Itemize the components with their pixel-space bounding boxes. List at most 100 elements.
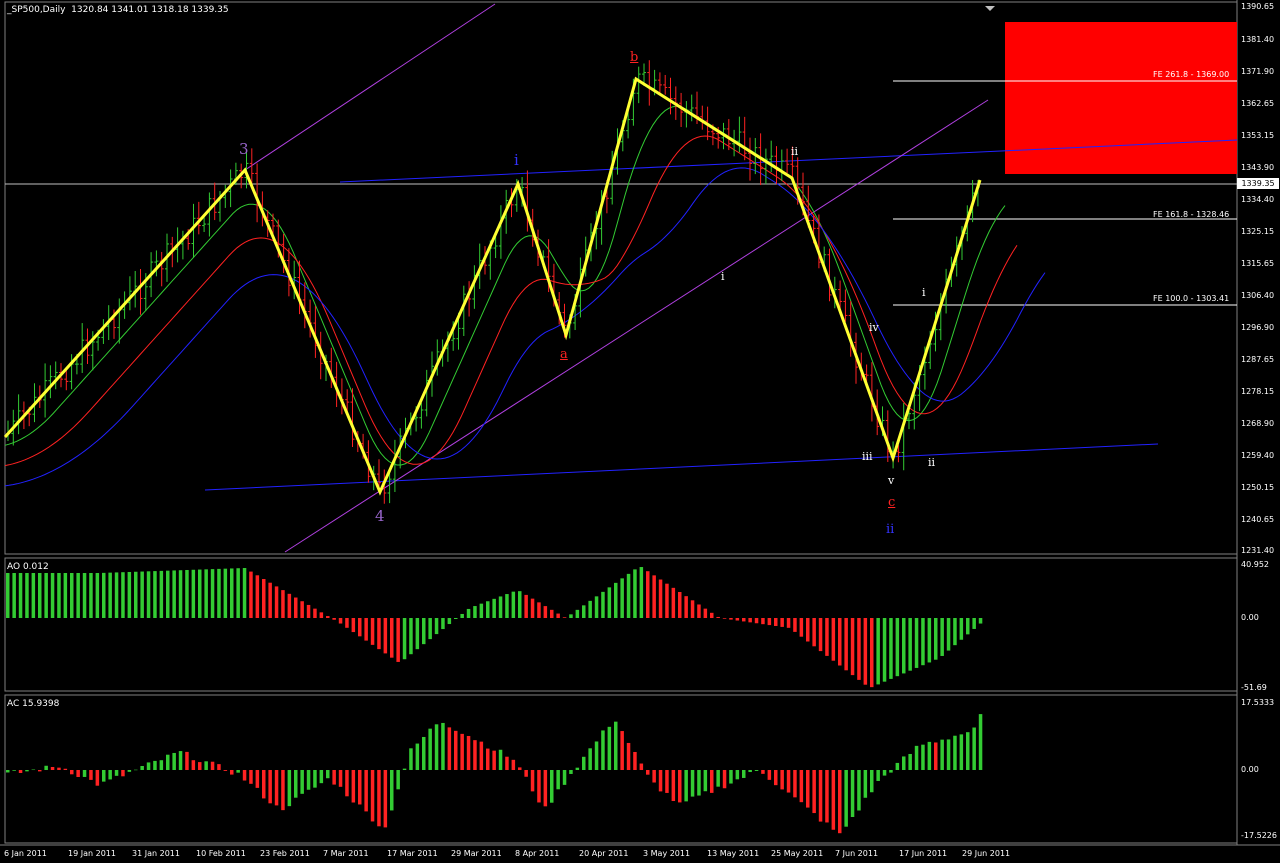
ao-bar bbox=[140, 571, 144, 618]
ac-bar bbox=[774, 770, 778, 786]
ao-bar bbox=[812, 618, 816, 647]
chart-canvas[interactable] bbox=[0, 0, 1280, 863]
ao-bar bbox=[402, 618, 407, 660]
ac-bar bbox=[748, 770, 752, 773]
ao-bar bbox=[761, 618, 765, 625]
ao-bar bbox=[908, 618, 912, 671]
ac-bar bbox=[882, 770, 887, 776]
ao-bar bbox=[876, 618, 880, 685]
date-label: 23 Feb 2011 bbox=[260, 849, 310, 858]
ac-bar bbox=[454, 730, 458, 770]
ac-bar bbox=[319, 770, 324, 784]
ao-bar bbox=[953, 618, 957, 646]
ao-bar bbox=[313, 608, 317, 618]
ac-bar bbox=[524, 770, 528, 777]
ao-bar bbox=[569, 614, 573, 618]
wave-label-b: b bbox=[630, 50, 639, 65]
ac-bar bbox=[620, 731, 624, 770]
ohlc-bar bbox=[53, 361, 58, 390]
ao-bar bbox=[146, 571, 151, 618]
price-scale-label: 1353.15 bbox=[1241, 131, 1275, 140]
ao-bar bbox=[838, 618, 842, 666]
ac-pane-title: AC 15.9398 bbox=[7, 699, 60, 709]
ao-bar bbox=[722, 618, 727, 619]
price-scale-label: 1278.15 bbox=[1241, 387, 1275, 396]
ao-bar bbox=[767, 618, 772, 626]
fe-261-label: FE 261.8 - 1369.00 bbox=[1153, 70, 1230, 79]
ao-bar bbox=[44, 573, 48, 618]
ao-bar bbox=[76, 573, 80, 618]
ao-bar bbox=[172, 570, 176, 618]
wave-label-3: 3 bbox=[239, 140, 249, 158]
ac-bar bbox=[594, 741, 599, 770]
ao-bar bbox=[518, 591, 522, 618]
ao-bar bbox=[799, 618, 804, 637]
ac-bar bbox=[786, 770, 791, 793]
ao-bar bbox=[210, 569, 215, 618]
ac-bar bbox=[210, 761, 215, 770]
violet-upper-line[interactable] bbox=[244, 3, 496, 171]
ao-bar bbox=[927, 618, 932, 663]
ac-bar bbox=[678, 770, 682, 803]
ac-bar bbox=[825, 770, 829, 823]
ac-bar bbox=[422, 736, 426, 770]
ac-bar bbox=[742, 770, 746, 778]
ao-bar bbox=[50, 573, 55, 618]
ao-bar bbox=[198, 569, 202, 618]
ac-bar bbox=[70, 770, 74, 775]
ac-bar bbox=[82, 770, 87, 777]
ac-bar bbox=[703, 770, 708, 792]
ac-bar bbox=[108, 770, 112, 780]
wave-label-4: 4 bbox=[375, 507, 385, 525]
ohlc-bar bbox=[843, 289, 848, 322]
ao-bar bbox=[223, 568, 228, 618]
ac-bar bbox=[294, 770, 298, 798]
ao-bar bbox=[441, 618, 445, 630]
ac-bar bbox=[582, 756, 586, 770]
ao-bar bbox=[268, 582, 272, 618]
ac-bar bbox=[255, 770, 260, 788]
ao-bar bbox=[633, 569, 637, 618]
ac-bar bbox=[953, 735, 957, 770]
ohlc-bar bbox=[419, 402, 424, 429]
ac-bar bbox=[601, 730, 605, 770]
ao-bar bbox=[434, 618, 439, 635]
ac-bar bbox=[690, 770, 695, 797]
ao-bar bbox=[294, 597, 298, 618]
ac-bar bbox=[697, 770, 701, 796]
ac-bar bbox=[633, 751, 637, 770]
ac-bar bbox=[921, 744, 925, 770]
price-scale-label: 1362.65 bbox=[1241, 99, 1275, 108]
ohlc-bar bbox=[684, 101, 689, 128]
ao-bar bbox=[332, 618, 336, 620]
ac-bar bbox=[441, 722, 445, 770]
ao-bar bbox=[601, 591, 605, 618]
ao-bar bbox=[498, 596, 503, 618]
ac-bar bbox=[588, 748, 592, 770]
ac-bar bbox=[972, 727, 976, 770]
ao-bar bbox=[108, 572, 112, 618]
price-scale-label: 1240.65 bbox=[1241, 515, 1275, 524]
ac-bar bbox=[614, 721, 618, 770]
ac-bar bbox=[966, 732, 970, 770]
ao-bar bbox=[57, 573, 61, 618]
ac-bar bbox=[934, 742, 938, 770]
ao-bar bbox=[377, 618, 381, 650]
ac-bar bbox=[492, 750, 496, 770]
ac-bar bbox=[857, 770, 861, 811]
ao-bar bbox=[255, 575, 260, 618]
lower-channel-line[interactable] bbox=[204, 443, 1159, 491]
ao-scale-bottom: -51.69 bbox=[1241, 683, 1267, 692]
scroll-marker-icon[interactable] bbox=[985, 6, 995, 11]
ao-bar bbox=[530, 598, 535, 618]
ac-bar bbox=[242, 770, 247, 781]
ac-bar bbox=[870, 770, 874, 793]
ao-bar bbox=[703, 608, 708, 618]
ac-histogram bbox=[6, 714, 983, 834]
ohlc-bar bbox=[636, 66, 641, 104]
ac-bar bbox=[236, 770, 240, 773]
ac-bar bbox=[722, 770, 727, 789]
ohlc-bar bbox=[763, 148, 768, 185]
ac-bar bbox=[505, 756, 509, 770]
ao-bar bbox=[786, 618, 791, 628]
